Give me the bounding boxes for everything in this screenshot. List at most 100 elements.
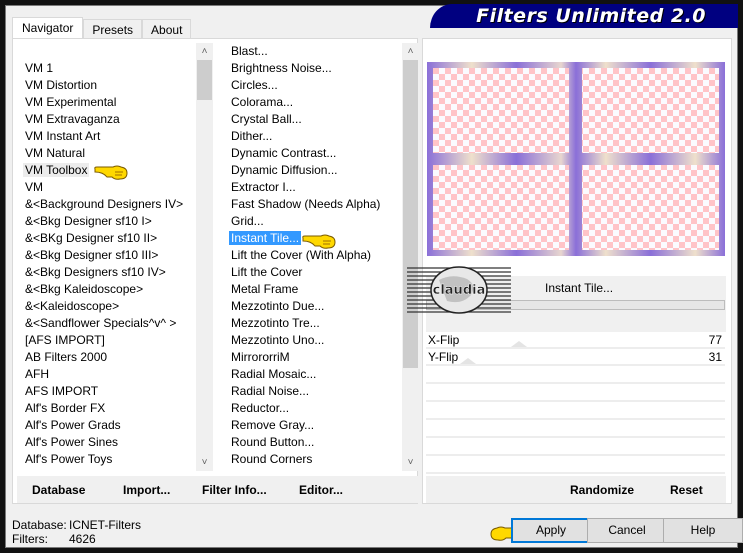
list-item[interactable]: Alf's Power Grads xyxy=(20,417,196,434)
list-item-label: Mezzotinto Due... xyxy=(231,299,325,313)
scroll-up-icon[interactable]: ˄ xyxy=(196,43,213,60)
list-item[interactable]: &<Bkg Designer sf10 III> xyxy=(20,247,196,264)
apply-button[interactable]: Apply xyxy=(511,518,591,543)
pointing-hand-icon xyxy=(302,234,336,249)
list-item[interactable]: &<Bkg Designers sf10 IV> xyxy=(20,264,196,281)
list-item-label: &<Bkg Designer sf10 III> xyxy=(25,248,159,262)
list-item-label: &<Bkg Designers sf10 IV> xyxy=(25,265,166,279)
list-item[interactable]: [AFS IMPORT] xyxy=(20,332,196,349)
list-item-label: Round Corners xyxy=(231,452,313,466)
list-item[interactable]: Reductor... xyxy=(226,400,402,417)
slider-marker[interactable] xyxy=(460,358,477,364)
list-item[interactable]: VM Distortion xyxy=(20,77,196,94)
list-item-label: [AFS IMPORT] xyxy=(25,333,105,347)
list-item[interactable]: Metal Frame xyxy=(226,281,402,298)
list-item[interactable]: VM 1 xyxy=(20,60,196,77)
list-item[interactable]: MirrororriM xyxy=(226,349,402,366)
list-item-label: &<Bkg Designer sf10 I> xyxy=(25,214,152,228)
list-item[interactable]: Fast Shadow (Needs Alpha) xyxy=(226,196,402,213)
parameter-label: X-Flip xyxy=(428,333,460,347)
parameter-value: 77 xyxy=(708,333,722,347)
list-item[interactable]: VM Instant Art xyxy=(20,128,196,145)
list-item[interactable]: Brightness Noise... xyxy=(226,60,402,77)
list-item-label: Colorama... xyxy=(231,95,294,109)
list-item[interactable]: &<BKg Designer sf10 II> xyxy=(20,230,196,247)
reset-button[interactable]: Reset xyxy=(670,483,703,497)
category-scrollbar[interactable]: ˄ ˅ xyxy=(196,43,213,471)
list-item[interactable]: Crystal Ball... xyxy=(226,111,402,128)
scroll-up-icon[interactable]: ˄ xyxy=(402,43,419,60)
list-item-label: Grid... xyxy=(231,214,264,228)
filter-info-button[interactable]: Filter Info... xyxy=(202,483,267,497)
scroll-down-icon[interactable]: ˅ xyxy=(402,454,419,471)
list-item[interactable]: Remove Gray... xyxy=(226,417,402,434)
list-item-label: Circles... xyxy=(231,78,278,92)
list-item-label: &<Background Designers IV> xyxy=(25,197,184,211)
list-item[interactable]: Alf's Power Sines xyxy=(20,434,196,451)
list-item[interactable]: Blast... xyxy=(226,43,402,60)
preview-image[interactable] xyxy=(427,62,725,256)
list-item[interactable]: Mezzotinto Uno... xyxy=(226,332,402,349)
list-item[interactable]: Dynamic Contrast... xyxy=(226,145,402,162)
help-button[interactable]: Help xyxy=(663,518,743,543)
parameter-empty-slot xyxy=(426,366,725,384)
list-item[interactable]: &<Bkg Kaleidoscope> xyxy=(20,281,196,298)
cancel-button[interactable]: Cancel xyxy=(587,518,667,543)
list-item-label: Alf's Border FX xyxy=(25,401,106,415)
randomize-button[interactable]: Randomize xyxy=(570,483,634,497)
filter-scrollbar[interactable]: ˄ ˅ xyxy=(402,43,419,471)
list-item[interactable]: VM Natural xyxy=(20,145,196,162)
parameter-empty-slot xyxy=(426,384,725,402)
list-item[interactable]: &<Background Designers IV> xyxy=(20,196,196,213)
list-item-label: Metal Frame xyxy=(231,282,299,296)
list-item[interactable]: VM xyxy=(20,179,196,196)
list-item[interactable]: &<Sandflower Specials^v^ > xyxy=(20,315,196,332)
parameter-x-flip[interactable]: X-Flip 77 xyxy=(426,332,725,349)
tab-about[interactable]: About xyxy=(142,19,192,40)
import-button[interactable]: Import... xyxy=(123,483,170,497)
slider-marker[interactable] xyxy=(511,341,528,347)
scroll-thumb[interactable] xyxy=(403,60,418,368)
database-button[interactable]: Database xyxy=(32,483,85,497)
scroll-thumb[interactable] xyxy=(197,60,212,100)
tab-presets[interactable]: Presets xyxy=(83,19,143,40)
list-item[interactable]: Round Button... xyxy=(226,434,402,451)
list-item[interactable]: Lift the Cover xyxy=(226,264,402,281)
list-item[interactable]: Colorama... xyxy=(226,94,402,111)
scroll-down-icon[interactable]: ˅ xyxy=(196,454,213,471)
logo-text: claudia xyxy=(433,283,486,298)
filter-list[interactable]: Blast... Brightness Noise... Circles... Col… xyxy=(226,43,402,471)
list-item[interactable]: AB Filters 2000 xyxy=(20,349,196,366)
list-item[interactable]: Dynamic Diffusion... xyxy=(226,162,402,179)
list-item[interactable]: &<Kaleidoscope> xyxy=(20,298,196,315)
tab-navigator[interactable]: Navigator xyxy=(12,17,84,40)
parameter-y-flip[interactable]: Y-Flip 31 xyxy=(426,349,725,366)
list-item[interactable]: Alf's Border FX xyxy=(20,400,196,417)
list-item[interactable]: Grid... xyxy=(226,213,402,230)
list-item-label: &<BKg Designer sf10 II> xyxy=(25,231,158,245)
list-item[interactable]: VM Extravaganza xyxy=(20,111,196,128)
category-list[interactable]: VM 1 VM Distortion VM Experimental VM Extra… xyxy=(20,43,196,471)
list-item[interactable]: Radial Mosaic... xyxy=(226,366,402,383)
database-label: Database: xyxy=(12,518,67,532)
list-item[interactable]: Dither... xyxy=(226,128,402,145)
preview-tile xyxy=(433,68,569,153)
list-item[interactable]: Radial Noise... xyxy=(226,383,402,400)
list-item[interactable]: AFH xyxy=(20,366,196,383)
list-item-label: Mezzotinto Uno... xyxy=(231,333,325,347)
list-item[interactable]: Circles... xyxy=(226,77,402,94)
list-item-label: Radial Mosaic... xyxy=(231,367,317,381)
parameter-empty-slot xyxy=(426,438,725,456)
list-item-label: Alf's Power Sines xyxy=(25,435,118,449)
list-item[interactable]: &<Bkg Designer sf10 I> xyxy=(20,213,196,230)
list-item[interactable]: Round Corners xyxy=(226,451,402,468)
list-item[interactable]: Alf's Power Toys xyxy=(20,451,196,468)
list-item-label: Instant Tile... xyxy=(229,231,302,245)
list-item[interactable]: Mezzotinto Tre... xyxy=(226,315,402,332)
list-item[interactable]: VM Experimental xyxy=(20,94,196,111)
editor-button[interactable]: Editor... xyxy=(299,483,343,497)
list-item[interactable]: Extractor I... xyxy=(226,179,402,196)
list-item[interactable]: Mezzotinto Due... xyxy=(226,298,402,315)
list-item[interactable]: AFS IMPORT xyxy=(20,383,196,400)
parameter-button-bar: Randomize Reset xyxy=(426,476,726,503)
